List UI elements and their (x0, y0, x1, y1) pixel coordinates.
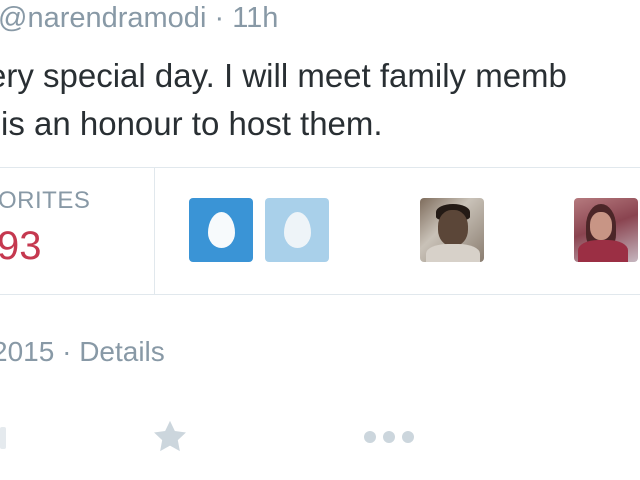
tweet-text: ery special day. I will meet family memb… (0, 52, 567, 148)
tweet-meta: 2015 · Details (0, 336, 165, 368)
meta-separator: · (62, 336, 72, 367)
tweet-detail: @narendramodi · 11h ery special day. I w… (0, 0, 640, 480)
favoriter-avatar[interactable] (189, 198, 253, 262)
user-handle[interactable]: @narendramodi (0, 2, 206, 34)
star-icon (154, 420, 186, 452)
favoriter-avatar[interactable] (265, 198, 329, 262)
reply-icon[interactable] (0, 427, 6, 449)
details-link[interactable]: Details (79, 336, 165, 367)
tweet-actions (0, 405, 640, 469)
more-dots-icon (364, 431, 414, 443)
favoriter-avatar[interactable] (574, 198, 638, 262)
default-egg-avatar-icon (284, 212, 311, 248)
more-button[interactable] (358, 415, 420, 459)
tweet-timestamp[interactable]: 11h (232, 2, 278, 34)
tweet-header: @narendramodi · 11h (0, 2, 278, 35)
favoriter-avatar[interactable] (420, 198, 484, 262)
header-separator: · (214, 2, 225, 34)
tweet-stats: ORITES 93 (0, 167, 640, 295)
tweet-text-line-2: is an honour to host them. (1, 105, 383, 142)
tweet-date: 2015 (0, 336, 55, 367)
stats-divider (154, 168, 155, 294)
favorites-count: 93 (0, 224, 42, 268)
favorites-label: ORITES (0, 187, 91, 214)
tweet-text-line-1: ery special day. I will meet family memb (0, 57, 567, 94)
default-egg-avatar-icon (208, 212, 235, 248)
user-photo-avatar-icon (590, 212, 612, 240)
user-photo-avatar-icon (438, 210, 468, 246)
favorite-button[interactable] (148, 415, 192, 459)
